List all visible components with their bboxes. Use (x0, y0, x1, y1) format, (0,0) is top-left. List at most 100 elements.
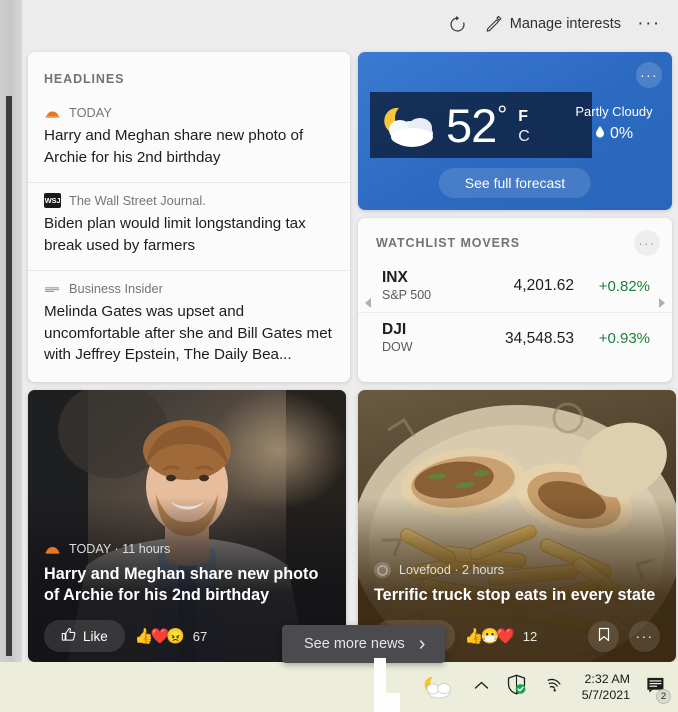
watchlist-row[interactable]: DJI DOW 34,548.53 +0.93% (358, 312, 672, 364)
headline-source: WSJ The Wall Street Journal. (44, 193, 334, 209)
show-hidden-icons-button[interactable] (465, 662, 498, 712)
manage-interests-button[interactable]: Manage interests (476, 7, 630, 41)
system-tray: 2:32 AM 5/7/2021 2 (413, 662, 671, 712)
see-more-news-button[interactable]: See more news › (282, 625, 446, 663)
news-card[interactable]: Lovefood · 2 hours Terrific truck stop e… (358, 390, 676, 662)
clock-date: 5/7/2021 (581, 688, 630, 702)
thumbs-up-icon (61, 627, 76, 645)
reaction-count: 12 (522, 628, 538, 644)
notification-badge: 2 (656, 689, 671, 704)
watchlist-change: +0.82% (598, 277, 650, 295)
pencil-icon (485, 15, 503, 33)
watchlist-name: DOW (382, 340, 413, 355)
unit-celsius[interactable]: C (518, 127, 530, 147)
headline-source-name: Business Insider (69, 281, 163, 297)
watchlist-change: +0.93% (598, 330, 650, 347)
headlines-card: HEADLINES TODAY Harry and Meghan share n… (28, 52, 350, 382)
headline-text: Biden plan would limit longstanding tax … (44, 215, 306, 254)
today-logo-icon (44, 541, 61, 557)
bookmark-icon (598, 627, 610, 645)
screen: Manage interests ··· HEADLINES TODAY Har… (0, 0, 678, 712)
news-card-source: Lovefood · 2 hours (374, 562, 660, 579)
reaction-count: 67 (192, 628, 208, 644)
manage-interests-label: Manage interests (509, 16, 621, 32)
headline-item[interactable]: TODAY Harry and Meghan share new photo o… (28, 99, 350, 182)
watchlist-rows: INX S&P 500 4,201.62 +0.82% DJI DOW 34,5… (358, 260, 672, 364)
action-center-button[interactable]: 2 (640, 662, 671, 712)
headline-source-name: TODAY (69, 105, 112, 120)
news-card-title: Harry and Meghan share new photo of Arch… (44, 564, 319, 605)
headline-item[interactable]: WSJ The Wall Street Journal. Biden plan … (28, 182, 350, 270)
like-button[interactable]: Like (44, 620, 125, 652)
watchlist-symbol: DJI DOW (382, 321, 466, 355)
water-drop-icon (595, 125, 605, 143)
news-and-interests-flyout: Manage interests ··· HEADLINES TODAY Har… (22, 0, 678, 712)
news-card-meta: TODAY · 11 hours (69, 541, 171, 556)
flyout-more-button[interactable]: ··· (632, 7, 666, 41)
watchlist-name: S&P 500 (382, 287, 432, 302)
watchlist-price: 34,548.53 (505, 329, 574, 347)
news-card-source: TODAY · 11 hours (44, 541, 330, 557)
reactions[interactable]: 👍❤️😠 67 (135, 627, 208, 645)
weather-card[interactable]: ··· 52 ° F C Partly Cloudy 0% See full f… (358, 52, 672, 210)
lovefood-logo-icon (374, 562, 391, 579)
like-label: Like (83, 628, 108, 644)
see-full-forecast-button[interactable]: See full forecast (438, 168, 592, 198)
clock-button[interactable]: 2:32 AM 5/7/2021 (572, 662, 640, 712)
reaction-emojis: 👍❤️😠 (134, 628, 185, 645)
headline-source-name: The Wall Street Journal. (69, 193, 206, 209)
flyout-content: HEADLINES TODAY Harry and Meghan share n… (22, 48, 678, 712)
windows-security-button[interactable] (498, 662, 535, 712)
network-button[interactable] (535, 662, 572, 712)
weather-more-button[interactable]: ··· (636, 62, 662, 88)
chevron-right-icon: › (418, 633, 426, 655)
news-card-more-button[interactable]: ··· (629, 620, 660, 652)
taskbar-weather-button[interactable] (413, 662, 465, 712)
watchlist-price: 4,201.62 (513, 277, 574, 294)
desktop-window-edge (6, 96, 12, 656)
watchlist-next-button[interactable] (656, 296, 668, 310)
watchlist-movers-card: WATCHLIST MOVERS ··· INX S&P 500 4,201.6… (358, 218, 672, 382)
watchlist-prev-button[interactable] (362, 296, 374, 310)
save-button[interactable] (588, 620, 619, 652)
precipitation-value: 0% (609, 125, 634, 142)
refresh-icon (448, 15, 467, 34)
refresh-button[interactable] (439, 7, 476, 41)
card-gap-filler-bottom (374, 693, 400, 712)
watchlist-ticker: INX (382, 268, 408, 286)
see-more-news-label: See more news (304, 636, 405, 652)
chevron-up-icon (474, 678, 489, 696)
watchlist-ticker: DJI (382, 321, 407, 339)
watchlist-more-button[interactable]: ··· (634, 230, 660, 256)
watchlist-title: WATCHLIST MOVERS (376, 236, 521, 250)
wsj-logo-icon: WSJ (44, 193, 61, 209)
wifi-icon (544, 676, 563, 698)
taskbar: 2:32 AM 5/7/2021 2 (0, 662, 678, 712)
flyout-toolbar: Manage interests ··· (22, 0, 678, 48)
headlines-title: HEADLINES (44, 72, 125, 86)
weather-current: 52 ° F C (370, 92, 592, 158)
weather-temperature-block: 52 ° (446, 100, 507, 149)
degree-symbol: ° (497, 100, 507, 129)
news-card-meta: Lovefood · 2 hours (399, 563, 505, 578)
watchlist-row[interactable]: INX S&P 500 4,201.62 +0.82% (358, 260, 672, 312)
weather-partly-cloudy-icon (422, 674, 456, 700)
reaction-emojis: 👍😷❤️ (464, 628, 515, 645)
news-card-title: Terrific truck stop eats in every state (374, 586, 656, 605)
headline-source: TODAY (44, 105, 334, 120)
news-card[interactable]: TODAY · 11 hours Harry and Meghan share … (28, 390, 346, 662)
unit-fahrenheit[interactable]: F (518, 107, 530, 127)
weather-units[interactable]: F C (518, 107, 530, 147)
headline-source: Business Insider (44, 281, 334, 296)
moon-behind-cloud-icon (376, 97, 444, 153)
weather-condition: Partly Cloudy (575, 104, 653, 119)
weather-precipitation: 0% (566, 125, 662, 143)
headline-text: Harry and Meghan share new photo of Arch… (44, 127, 304, 166)
windows-defender-icon (507, 674, 526, 700)
reactions[interactable]: 👍😷❤️ 12 (465, 627, 538, 645)
clock-time: 2:32 AM (584, 671, 630, 686)
headline-item[interactable]: Business Insider Melinda Gates was upset… (28, 270, 350, 380)
headline-text: Melinda Gates was upset and uncomfortabl… (44, 303, 332, 364)
business-insider-logo-icon (44, 281, 61, 296)
card-gap-filler (374, 658, 386, 698)
